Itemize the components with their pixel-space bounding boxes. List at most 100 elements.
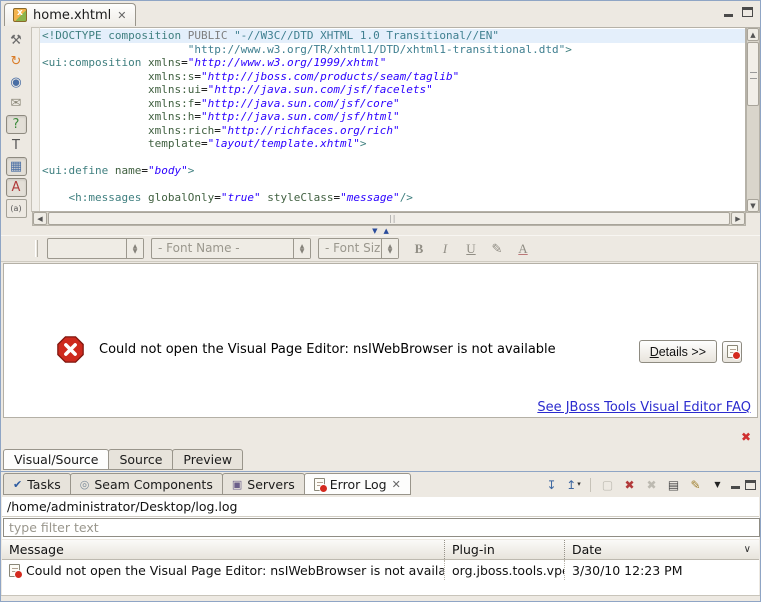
code-line: <!DOCTYPE composition PUBLIC "-//W3C//DT… [40,29,745,43]
externalize-strings-icon[interactable]: ◉ [6,73,27,92]
tab-preview[interactable]: Preview [172,449,243,470]
tab-tasks[interactable]: ✔ Tasks [3,473,71,495]
error-log-icon [314,478,325,491]
maximize-icon[interactable] [742,7,753,17]
toolbar-separator [590,478,591,492]
code-line: template="layout/template.xhtml"> [40,137,745,151]
editor-mode-tabs: Visual/SourceSourcePreview [3,449,242,470]
scroll-down-icon[interactable]: ▼ [747,199,759,212]
scroll-right-icon[interactable]: ▶ [731,212,745,225]
code-line: xmlns:ui="http://java.sun.com/jsf/facele… [40,83,745,97]
tab-error-log[interactable]: Error Log ✕ [304,473,411,495]
tab-label: Tasks [27,477,61,492]
scroll-left-icon[interactable]: ◀ [33,212,47,225]
bold-button[interactable]: B [410,240,428,258]
clear-log-icon[interactable]: ▢ [599,476,616,493]
error-log-table-header: MessagePlug-inDate∨ [2,540,759,560]
vertical-scroll-thumb[interactable] [747,42,759,106]
tab-source[interactable]: Source [108,449,173,470]
code-line: xmlns:rich="http://richfaces.org/rich" [40,124,745,138]
xhtml-file-icon [13,8,27,22]
tab-seam-components[interactable]: ◎Seam Components [70,473,223,495]
tab-servers[interactable]: ▣Servers [222,473,305,495]
view-menu-icon[interactable]: ▼ [709,476,726,493]
vpe-left-toolbar: ⚒ ↻ ◉ ✉? T ▦ A (a) [1,28,31,226]
open-log-icon[interactable]: ▤ [665,476,682,493]
maximize-icon[interactable] [745,480,756,490]
code-line: xmlns:h="http://java.sun.com/jsf/html" [40,110,745,124]
error-log-table-row[interactable]: Could not open the Visual Page Editor: n… [2,560,759,580]
status-bar [1,595,760,601]
show-non-visual-tags-icon[interactable]: ? [6,115,27,134]
close-error-pane-icon[interactable]: ✖ [741,431,751,443]
show-bundles-el-icon[interactable]: (a) [6,199,27,218]
filter-bar [2,517,759,539]
toolbar-grip[interactable] [35,240,38,257]
text-formatting-palette-icon[interactable]: A [6,178,27,197]
show-text-formatting-icon[interactable]: T [6,136,27,155]
column-header-plug-in[interactable]: Plug-in [444,540,564,559]
chevron-down-icon[interactable]: ∨ [744,544,751,555]
faq-link[interactable]: See JBoss Tools Visual Editor FAQ [537,400,751,415]
font-size-select[interactable]: - Font Size - ▲▼ [318,238,399,259]
panel-toolbar: ↧ ↥▾ ▢ ✖ ✖ ▤ ✎ ▼ [543,476,756,493]
font-name-select[interactable]: - Font Name - ▲▼ [151,238,311,259]
spinner-icon[interactable]: ▲▼ [381,239,398,258]
horizontal-scroll-thumb[interactable] [48,212,730,225]
minimize-icon[interactable] [724,14,733,17]
delete-log-icon[interactable]: ✖ [621,476,638,493]
vertical-scrollbar[interactable]: ▲ ▼ [746,27,760,213]
minimize-icon[interactable] [731,486,740,489]
code-line: xmlns:s="http://jboss.com/products/seam/… [40,70,745,84]
column-header-message[interactable]: Message [2,540,444,559]
italic-button[interactable]: I [436,240,454,258]
filter-input[interactable] [3,518,760,537]
strikethrough-button[interactable]: ✎ [488,240,506,258]
tasks-icon: ✔ [13,479,22,490]
servers-icon: ▣ [232,479,242,490]
editor-splitter-sash[interactable]: ▼ ▲ [1,227,760,235]
font-color-button[interactable]: A [514,240,532,258]
code-line: xmlns:f="http://java.sun.com/jsf/core" [40,97,745,111]
export-log-icon[interactable]: ↧ [543,476,560,493]
close-tab-icon[interactable]: ✕ [117,10,126,21]
page-design-options-icon[interactable]: ✉ [6,94,27,113]
underline-button[interactable]: U [462,240,480,258]
cell-plugin: org.jboss.tools.vpe [444,560,564,580]
eclipse-window: home.xhtml ✕ ⚒ ↻ ◉ ✉? T ▦ A (a) <!DOCTYPE compo… [0,0,761,602]
sash-down-icon[interactable]: ▼ [372,228,377,235]
delete-icon[interactable]: ✖ [643,476,660,493]
spinner-icon[interactable]: ▲▼ [126,239,143,258]
code-line [40,151,745,165]
horizontal-scrollbar[interactable]: ◀ ▶ [32,211,746,226]
show-selection-bar-icon[interactable]: ▦ [6,157,27,176]
panel-tabbar: ✔ Tasks ◎Seam Components▣Servers Error Log ✕ [3,473,410,495]
panel-separator[interactable] [1,471,760,472]
log-path: /home/administrator/Desktop/log.log [2,497,759,517]
error-dialog-icon [57,336,84,363]
editor-tabbar: home.xhtml ✕ [1,1,760,26]
preferences-icon[interactable]: ⚒ [6,31,27,50]
import-log-icon[interactable]: ↥▾ [565,476,582,493]
scroll-up-icon[interactable]: ▲ [747,28,759,41]
editor-area-window-buttons [724,7,753,17]
refresh-icon[interactable]: ↻ [6,52,27,71]
show-error-log-button[interactable] [722,341,742,363]
code-area[interactable]: <!DOCTYPE composition PUBLIC "-//W3C//DT… [40,27,746,212]
column-header-date[interactable]: Date∨ [564,540,759,559]
dropdown-caret-icon: ▾ [577,481,581,488]
annotation-ruler [31,27,40,212]
details-button[interactable]: Details >> [639,340,717,363]
restore-log-icon[interactable]: ✎ [687,476,704,493]
sash-up-icon[interactable]: ▲ [384,228,389,235]
tab-home-xhtml[interactable]: home.xhtml ✕ [4,3,136,26]
tab-label: Error Log [330,477,387,492]
vpe-status-band: ✖ [1,419,760,448]
seam-components-icon: ◎ [80,479,90,490]
error-log-icon [727,345,738,358]
tab-visual-source[interactable]: Visual/Source [3,449,109,470]
code-line: "http://www.w3.org/TR/xhtml1/DTD/xhtml1-… [40,43,745,57]
block-format-select[interactable]: ▲▼ [47,238,144,259]
close-tab-icon[interactable]: ✕ [392,479,401,490]
spinner-icon[interactable]: ▲▼ [293,239,310,258]
